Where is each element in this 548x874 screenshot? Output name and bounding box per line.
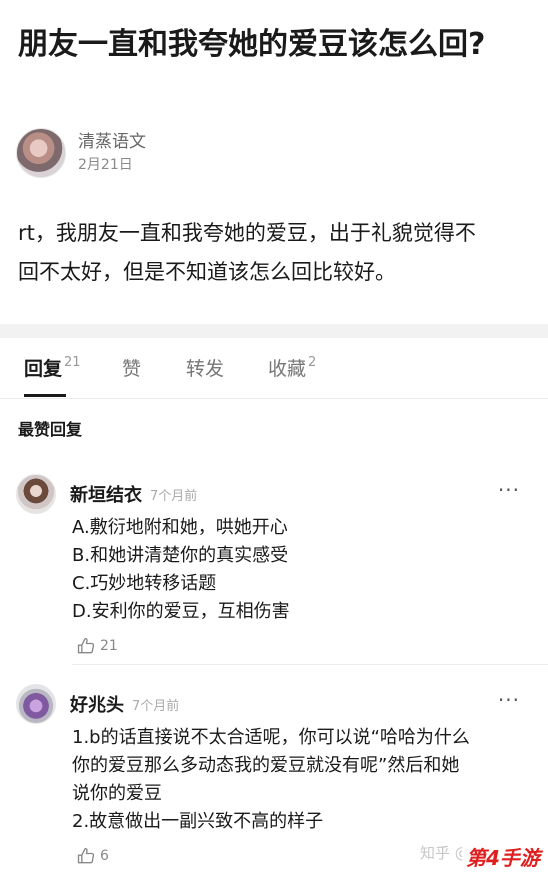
thumbs-up-icon <box>77 637 95 654</box>
comment-text: A.敷衍地附和她，哄她开心 B.和她讲清楚你的真实感受 C.巧妙地转移话题 D.… <box>72 514 532 626</box>
tab-count: 2 <box>308 355 317 370</box>
tab-bar: 回复 21 赞 转发 收藏 2 <box>0 338 548 399</box>
post-date: 2月21日 <box>78 157 133 173</box>
comment-line: C.巧妙地转移话题 <box>72 573 217 594</box>
tab-reposts[interactable]: 转发 <box>186 356 224 382</box>
question-body: rt，我朋友一直和我夸她的爱豆，出于礼貌觉得不 回不太好，但是不知道该怎么回比较… <box>18 214 530 292</box>
question-body-line: 回不太好，但是不知道该怎么回比较好。 <box>18 260 396 284</box>
comment-header: 新垣结衣 7个月前 <box>16 474 532 514</box>
more-options-icon[interactable]: ··· <box>498 480 520 500</box>
like-count: 6 <box>100 848 109 864</box>
comment-line: 你的爱豆那么多动态我的爱豆就没有呢”然后和她 <box>72 755 460 776</box>
comment-time: 7个月前 <box>132 698 180 714</box>
tab-likes[interactable]: 赞 <box>122 356 141 382</box>
comment-time: 7个月前 <box>150 488 198 504</box>
tab-favorites[interactable]: 收藏 2 <box>268 356 316 382</box>
tab-replies[interactable]: 回复 21 <box>24 356 81 382</box>
comment-divider <box>72 664 548 665</box>
tab-label: 赞 <box>122 358 142 380</box>
like-button[interactable]: 21 <box>76 636 532 656</box>
tab-count: 21 <box>64 355 81 370</box>
author-name[interactable]: 清蒸语文 <box>78 131 146 153</box>
question-body-line: rt，我朋友一直和我夸她的爱豆，出于礼貌觉得不 <box>18 221 476 245</box>
tab-label: 收藏 <box>268 358 307 380</box>
author-meta: 清蒸语文 2月21日 <box>78 131 146 175</box>
tab-label: 回复 <box>24 358 63 380</box>
section-divider <box>0 324 548 338</box>
comment-header: 好兆头 7个月前 <box>16 684 532 724</box>
thumbs-up-icon <box>77 847 95 864</box>
active-tab-indicator <box>24 394 66 397</box>
author-avatar[interactable] <box>16 128 66 178</box>
comment-text: 1.b的话直接说不太合适呢，你可以说“哈哈为什么 你的爱豆那么多动态我的爱豆就没… <box>72 724 532 836</box>
section-label: 最赞回复 <box>18 420 83 439</box>
comment-item: 好兆头 7个月前 ··· 1.b的话直接说不太合适呢，你可以说“哈哈为什么 你的… <box>16 684 532 866</box>
comment-line: 2.故意做出一副兴致不高的样子 <box>72 811 324 832</box>
commenter-avatar[interactable] <box>16 474 56 514</box>
comment-line: 1.b的话直接说不太合适呢，你可以说“哈哈为什么 <box>72 727 470 748</box>
tab-label: 转发 <box>186 358 225 380</box>
like-count: 21 <box>100 638 118 654</box>
more-options-icon[interactable]: ··· <box>498 690 520 710</box>
comment-line: B.和她讲清楚你的真实感受 <box>72 545 289 566</box>
commenter-name[interactable]: 好兆头 <box>70 691 124 717</box>
brand-badge: 第4手游 <box>462 842 544 871</box>
comment-line: D.安利你的爱豆，互相伤害 <box>72 601 290 622</box>
question-title: 朋友一直和我夸她的爱豆该怎么回? <box>18 27 486 62</box>
comment-item: 新垣结衣 7个月前 ··· A.敷衍地附和她，哄她开心 B.和她讲清楚你的真实感… <box>16 474 532 656</box>
commenter-avatar[interactable] <box>16 684 56 724</box>
question-author[interactable]: 清蒸语文 2月21日 <box>16 126 146 180</box>
comment-line: A.敷衍地附和她，哄她开心 <box>72 517 288 538</box>
comment-line: 说你的爱豆 <box>72 783 162 804</box>
commenter-name[interactable]: 新垣结衣 <box>70 481 142 507</box>
